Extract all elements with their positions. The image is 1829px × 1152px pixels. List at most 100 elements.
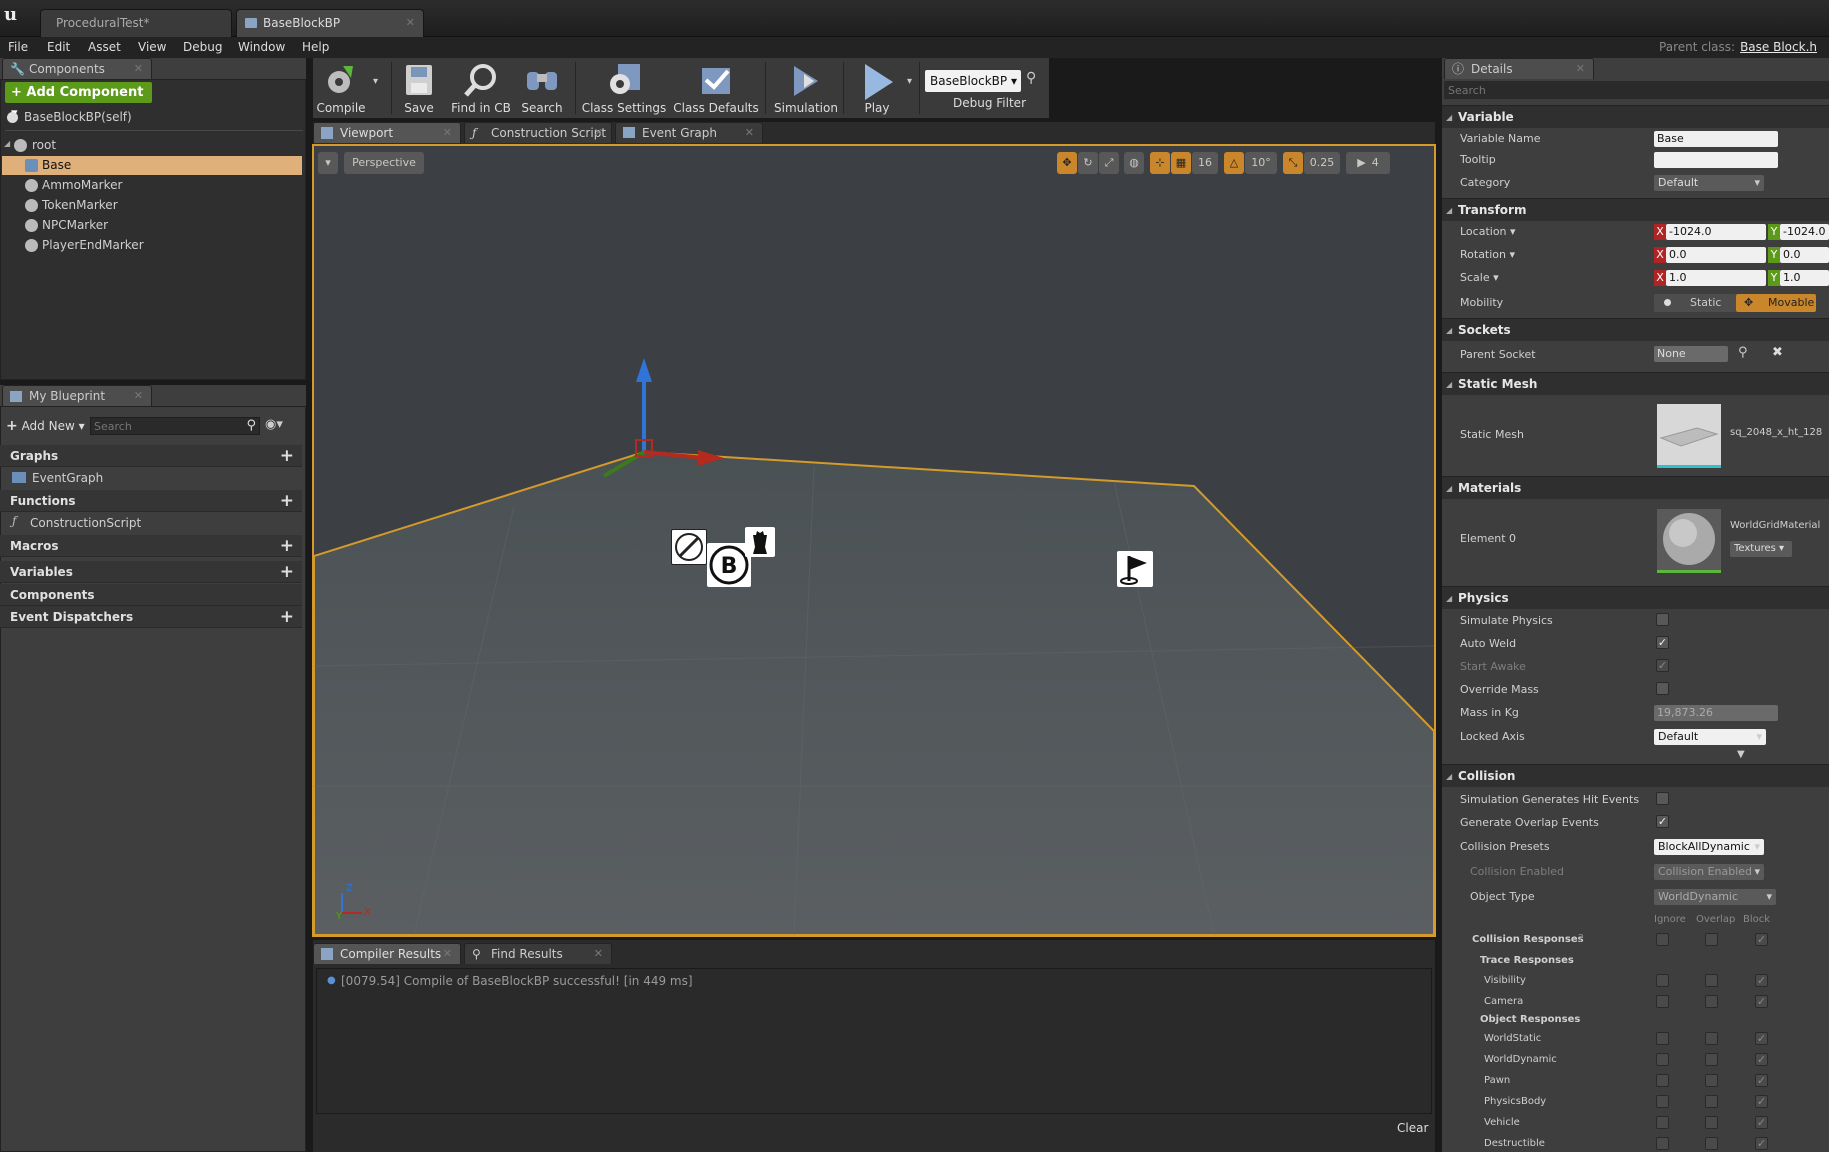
- worlddynamic-overlap-checkbox[interactable]: [1705, 1053, 1718, 1066]
- scale-snap-value[interactable]: 0.25: [1304, 152, 1340, 174]
- details-search-box[interactable]: [1444, 81, 1829, 99]
- object-type-dropdown[interactable]: WorldDynamic: [1654, 889, 1776, 905]
- tab-compiler-results[interactable]: Compiler Results ✕: [313, 943, 461, 964]
- vehicle-ignore-checkbox[interactable]: [1656, 1116, 1669, 1129]
- rotate-mode-icon[interactable]: ↻: [1078, 152, 1098, 174]
- camera-block-checkbox[interactable]: [1755, 995, 1768, 1008]
- tab-event-graph[interactable]: Event Graph ✕: [615, 122, 763, 143]
- add-graph-button[interactable]: +: [280, 445, 294, 467]
- simulation-button[interactable]: Simulation: [771, 58, 841, 118]
- location-y-field[interactable]: -1024.0: [1780, 224, 1829, 240]
- clear-button[interactable]: Clear: [1397, 1121, 1428, 1135]
- worldstatic-overlap-checkbox[interactable]: [1705, 1032, 1718, 1045]
- close-icon[interactable]: ✕: [594, 123, 603, 143]
- menu-help[interactable]: Help: [302, 40, 329, 54]
- search-button[interactable]: Search: [517, 58, 567, 118]
- menu-asset[interactable]: Asset: [88, 40, 121, 54]
- worldstatic-block-checkbox[interactable]: [1755, 1032, 1768, 1045]
- clear-socket-icon[interactable]: ✖: [1772, 345, 1783, 360]
- ammo-marker-icon[interactable]: [671, 529, 707, 565]
- parent-class-link[interactable]: Base Block.h: [1740, 40, 1817, 54]
- visibility-block-checkbox[interactable]: [1755, 974, 1768, 987]
- scale-snap-icon[interactable]: ⤡: [1283, 152, 1303, 174]
- self-item[interactable]: BaseBlockBP(self): [5, 109, 303, 127]
- rotation-snap-value[interactable]: 10°: [1245, 152, 1277, 174]
- parent-socket-field[interactable]: None: [1654, 346, 1728, 362]
- tab-construction-script[interactable]: ƒ Construction Script ✕: [464, 122, 612, 143]
- debug-object-dropdown[interactable]: BaseBlockBP ▾: [925, 70, 1021, 92]
- pawn-overlap-checkbox[interactable]: [1705, 1074, 1718, 1087]
- add-function-button[interactable]: +: [280, 490, 294, 512]
- details-search-input[interactable]: [1444, 81, 1824, 99]
- section-materials[interactable]: Materials: [1442, 476, 1829, 500]
- collision-presets-label[interactable]: Collision Presets: [1460, 840, 1550, 853]
- doc-tab-proceduraltest[interactable]: ProceduralTest*: [40, 9, 232, 37]
- player-end-marker-icon[interactable]: [1117, 551, 1153, 587]
- tab-find-results[interactable]: ⚲ Find Results ✕: [464, 943, 612, 964]
- responses-block-checkbox[interactable]: [1755, 933, 1768, 946]
- browse-socket-icon[interactable]: ⚲: [1738, 345, 1748, 360]
- rotation-snap-icon[interactable]: △: [1224, 152, 1244, 174]
- menu-window[interactable]: Window: [238, 40, 285, 54]
- worldstatic-ignore-checkbox[interactable]: [1656, 1032, 1669, 1045]
- tree-item-tokenmarker[interactable]: TokenMarker: [2, 196, 302, 215]
- grid-snap-value[interactable]: 16: [1192, 152, 1218, 174]
- section-static-mesh[interactable]: Static Mesh: [1442, 372, 1829, 396]
- tooltip-field[interactable]: [1654, 152, 1778, 168]
- physicsbody-overlap-checkbox[interactable]: [1705, 1095, 1718, 1108]
- section-physics[interactable]: Physics: [1442, 586, 1829, 610]
- material-thumbnail[interactable]: [1657, 509, 1721, 573]
- menu-file[interactable]: File: [8, 40, 28, 54]
- sim-hit-events-checkbox[interactable]: [1656, 792, 1669, 805]
- help-icon[interactable]: ?: [1578, 932, 1584, 945]
- camera-ignore-checkbox[interactable]: [1656, 995, 1669, 1008]
- auto-weld-checkbox[interactable]: [1656, 636, 1669, 649]
- start-awake-checkbox[interactable]: [1656, 659, 1669, 672]
- tab-viewport[interactable]: Viewport ✕: [313, 122, 461, 143]
- physicsbody-ignore-checkbox[interactable]: [1656, 1095, 1669, 1108]
- doc-tab-baseblockbp[interactable]: BaseBlockBP ✕: [236, 9, 424, 37]
- close-icon[interactable]: ✕: [134, 59, 143, 79]
- rotation-y-field[interactable]: 0.0: [1780, 247, 1829, 263]
- viewport[interactable]: B ▾ Perspective ✥ ↻ ⤢ ◍ ⊹ ▦ 16 △ 10° ⤡ 0…: [312, 144, 1436, 937]
- tree-item-ammomarker[interactable]: AmmoMarker: [2, 176, 302, 195]
- class-settings-button[interactable]: Class Settings: [581, 58, 667, 118]
- surface-snap-icon[interactable]: ⊹: [1150, 152, 1170, 174]
- scale-x-field[interactable]: 1.0: [1666, 270, 1766, 286]
- tab-my-blueprint[interactable]: My Blueprint ✕: [2, 385, 152, 406]
- add-macro-button[interactable]: +: [280, 535, 294, 557]
- expand-arrow-icon[interactable]: ◢: [4, 139, 10, 148]
- close-icon[interactable]: ✕: [745, 123, 754, 143]
- overlap-events-checkbox[interactable]: [1656, 815, 1669, 828]
- perspective-button[interactable]: Perspective: [344, 152, 424, 174]
- menu-debug[interactable]: Debug: [183, 40, 222, 54]
- tab-components[interactable]: 🔧 Components ✕: [2, 58, 152, 79]
- vehicle-overlap-checkbox[interactable]: [1705, 1116, 1718, 1129]
- section-variable[interactable]: Variable: [1442, 105, 1829, 129]
- tree-item-base[interactable]: Base: [2, 156, 302, 175]
- play-options-dropdown[interactable]: ▾: [907, 76, 912, 87]
- compile-button[interactable]: Compile: [313, 58, 369, 118]
- variable-name-field[interactable]: Base: [1654, 131, 1778, 147]
- close-icon[interactable]: ✕: [443, 944, 452, 964]
- visibility-ignore-checkbox[interactable]: [1656, 974, 1669, 987]
- section-collision[interactable]: Collision: [1442, 764, 1829, 788]
- physicsbody-block-checkbox[interactable]: [1755, 1095, 1768, 1108]
- responses-overlap-checkbox[interactable]: [1705, 933, 1718, 946]
- debug-search-icon[interactable]: ⚲: [1026, 70, 1036, 86]
- collision-enabled-dropdown[interactable]: Collision Enabled: [1654, 864, 1764, 880]
- rotation-x-field[interactable]: 0.0: [1666, 247, 1766, 263]
- find-in-cb-button[interactable]: Find in CB: [451, 58, 511, 118]
- scale-label[interactable]: Scale ▾: [1460, 271, 1499, 284]
- destructible-overlap-checkbox[interactable]: [1705, 1137, 1718, 1150]
- mobility-movable-button[interactable]: ✥ Movable: [1736, 294, 1816, 312]
- eye-icon[interactable]: ◉▾: [265, 417, 297, 435]
- vehicle-block-checkbox[interactable]: [1755, 1116, 1768, 1129]
- add-variable-button[interactable]: +: [280, 561, 294, 583]
- location-x-field[interactable]: -1024.0: [1666, 224, 1766, 240]
- section-graphs[interactable]: Graphs +: [0, 445, 302, 467]
- scale-y-field[interactable]: 1.0: [1780, 270, 1829, 286]
- menu-view[interactable]: View: [138, 40, 166, 54]
- add-component-button[interactable]: + Add Component ▾: [5, 82, 152, 121]
- tree-item-npcmarker[interactable]: NPCMarker: [2, 216, 302, 235]
